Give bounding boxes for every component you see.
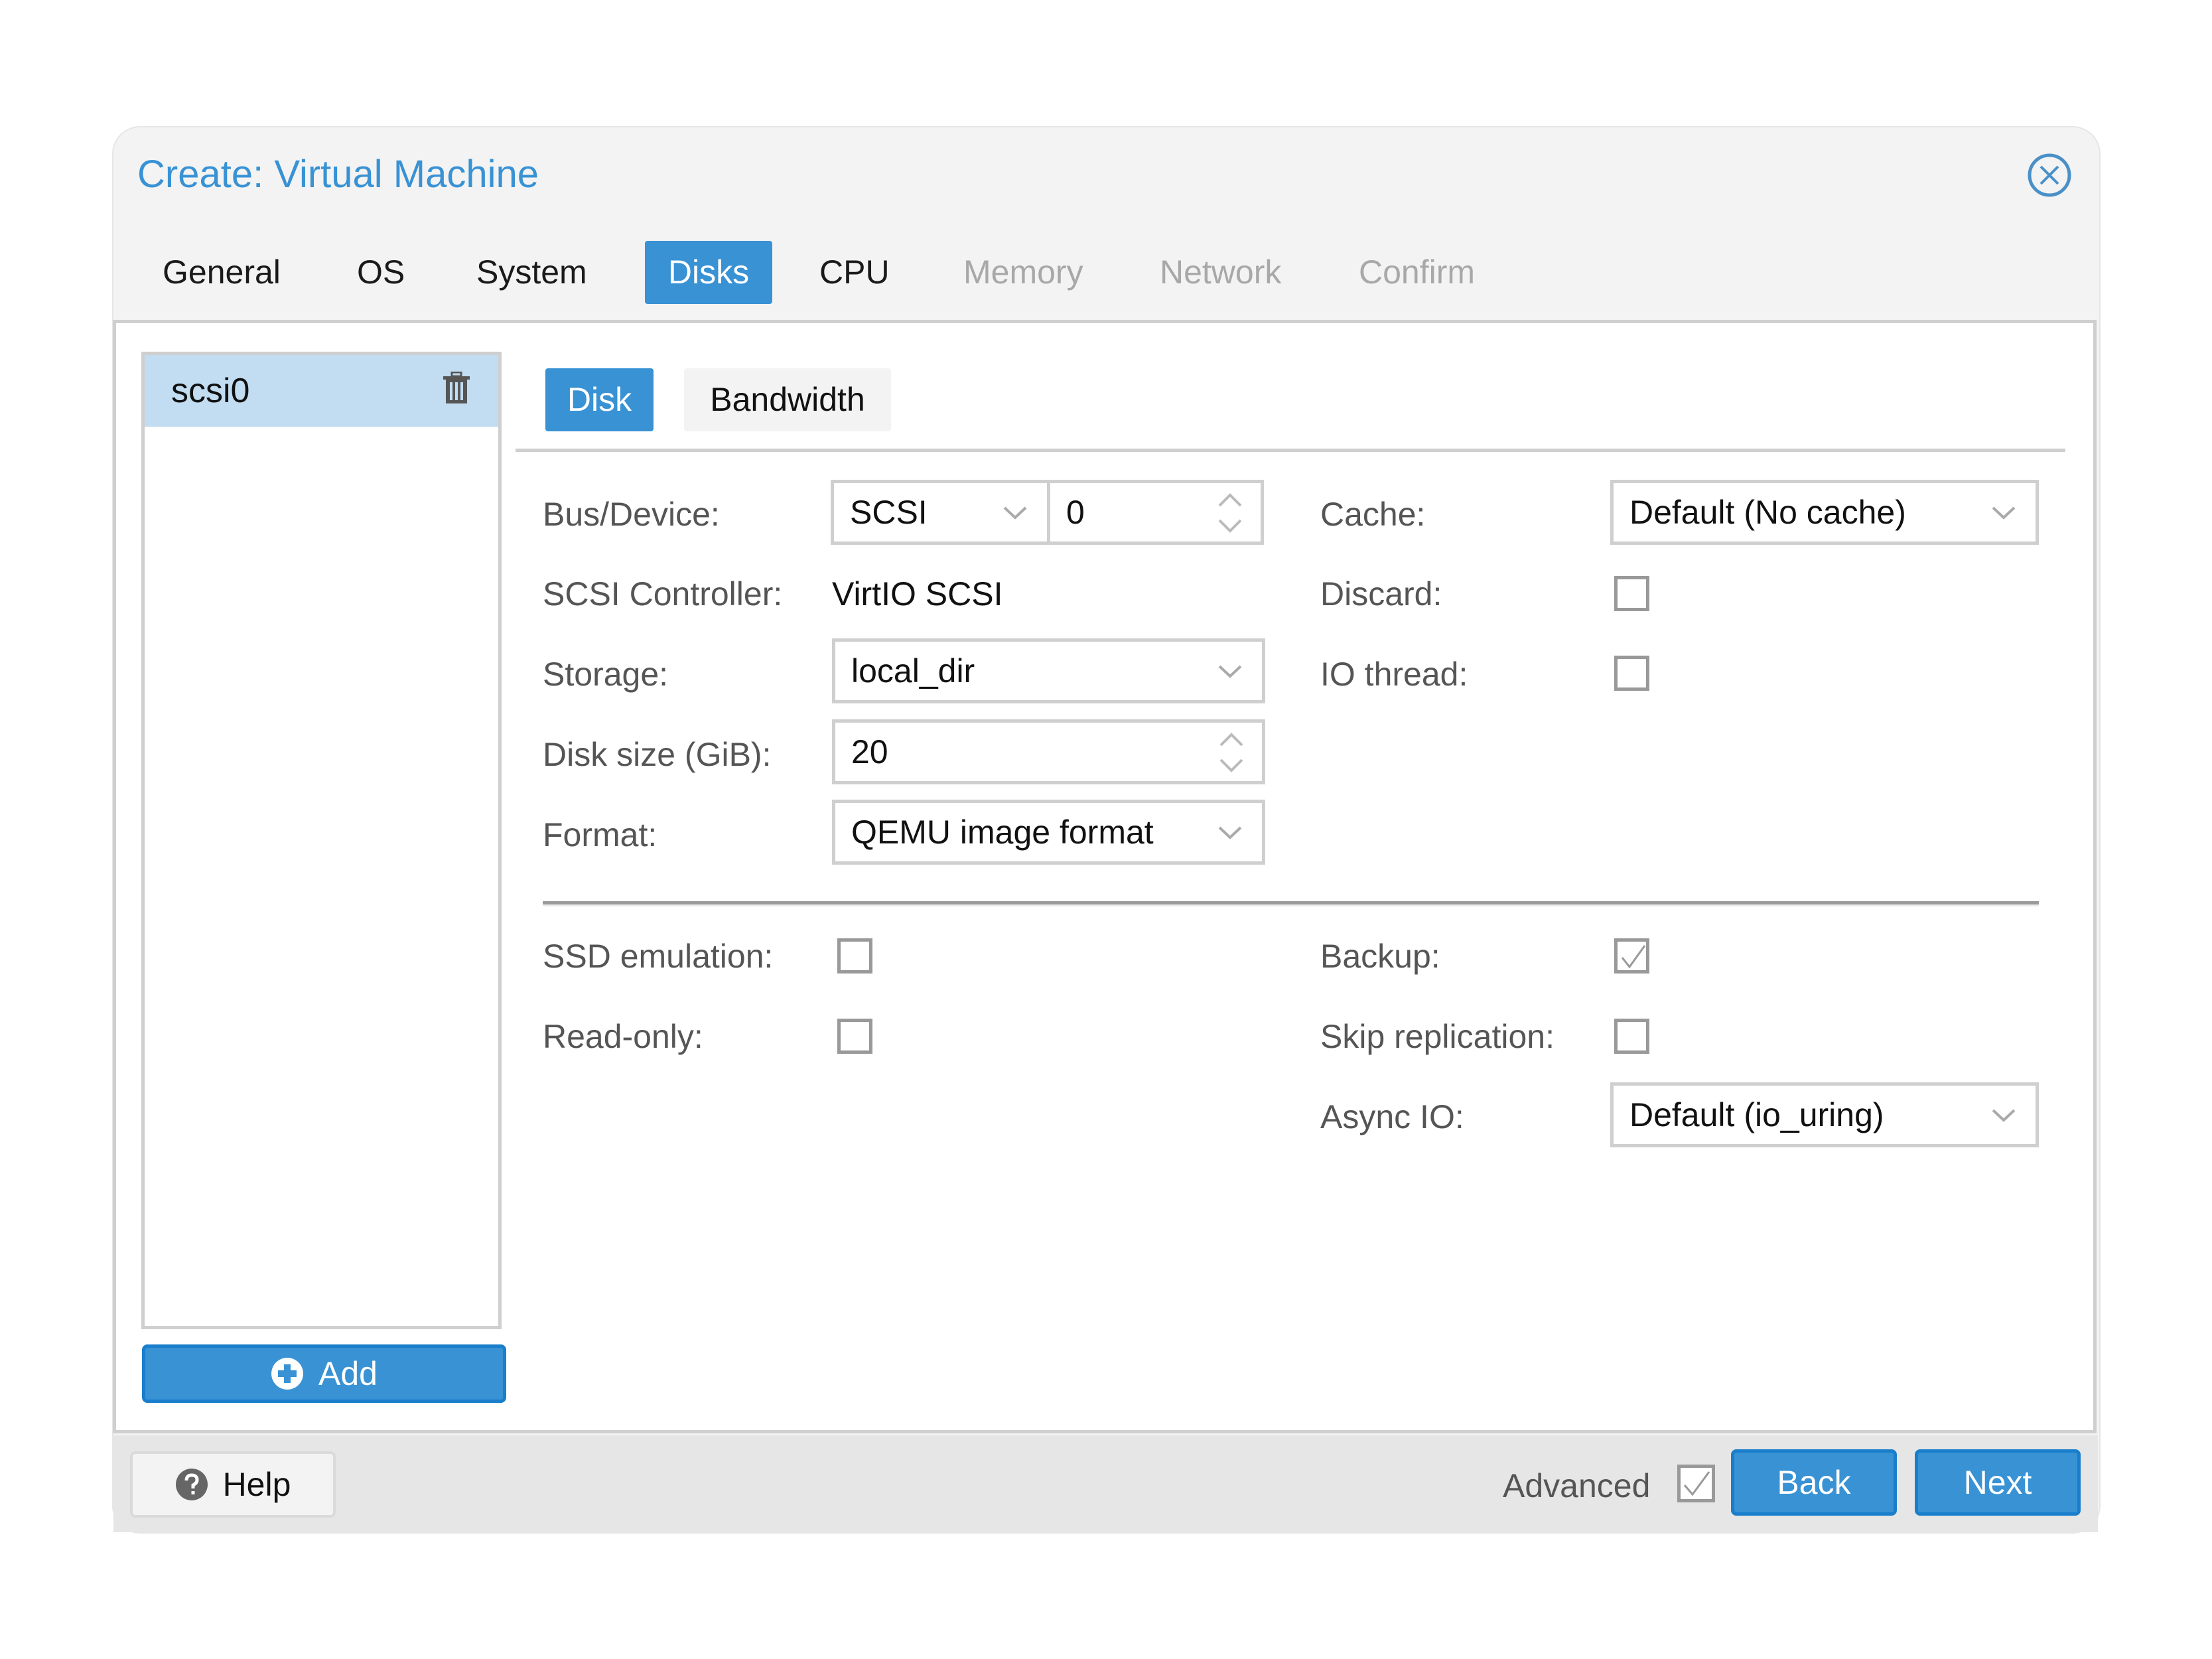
storage-label: Storage:: [543, 656, 669, 693]
async-io-label: Async IO:: [1320, 1098, 1464, 1135]
help-button-label: Help: [222, 1466, 291, 1503]
device-number-value: 0: [1066, 494, 1085, 531]
plus-circle-icon: [271, 1357, 304, 1390]
add-button-label: Add: [318, 1355, 378, 1392]
scsi-controller-value: VirtIO SCSI: [832, 575, 1003, 613]
add-disk-button[interactable]: Add: [142, 1344, 506, 1403]
disk-size-label: Disk size (GiB):: [543, 736, 772, 773]
format-select-value: QEMU image format: [851, 814, 1154, 851]
async-io-select[interactable]: Default (io_uring): [1610, 1082, 2039, 1147]
question-circle-icon: [175, 1468, 208, 1501]
tab-system[interactable]: System: [456, 241, 607, 304]
chevron-down-icon: [1992, 506, 2016, 520]
format-select[interactable]: QEMU image format: [832, 800, 1265, 865]
chevron-down-icon: [1218, 826, 1242, 839]
next-button[interactable]: Next: [1915, 1449, 2081, 1516]
disk-size-spinner[interactable]: 20: [832, 719, 1265, 784]
read-only-checkbox[interactable]: [837, 1019, 872, 1054]
advanced-separator-shadow: [543, 904, 2039, 906]
storage-select[interactable]: local_dir: [832, 638, 1265, 703]
help-button[interactable]: Help: [130, 1451, 336, 1518]
discard-checkbox[interactable]: [1614, 576, 1649, 611]
io-thread-checkbox[interactable]: [1614, 656, 1649, 691]
disk-size-value: 20: [851, 733, 888, 770]
bus-select[interactable]: SCSI: [831, 480, 1050, 545]
ssd-emulation-checkbox[interactable]: [837, 938, 872, 974]
subtab-bandwidth[interactable]: Bandwidth: [684, 368, 891, 431]
tab-general[interactable]: General: [143, 241, 301, 304]
backup-checkbox[interactable]: [1614, 938, 1649, 974]
scsi-controller-label: SCSI Controller:: [543, 575, 783, 613]
spinner-arrows-icon[interactable]: [1218, 731, 1245, 774]
bus-device-label: Bus/Device:: [543, 496, 720, 533]
skip-replication-label: Skip replication:: [1320, 1018, 1555, 1055]
discard-label: Discard:: [1320, 575, 1442, 613]
spinner-arrows-icon[interactable]: [1217, 491, 1243, 535]
read-only-label: Read-only:: [543, 1018, 703, 1055]
tab-memory: Memory: [963, 253, 1083, 291]
skip-replication-checkbox[interactable]: [1614, 1019, 1649, 1054]
chevron-down-icon: [1003, 506, 1027, 520]
tab-os[interactable]: OS: [337, 241, 425, 304]
ssd-emulation-label: SSD emulation:: [543, 938, 774, 975]
chevron-down-icon: [1992, 1109, 2016, 1122]
subtab-disk[interactable]: Disk: [545, 368, 654, 431]
backup-label: Backup:: [1320, 938, 1440, 975]
tab-cpu[interactable]: CPU: [799, 241, 910, 304]
bus-select-value: SCSI: [850, 494, 928, 531]
disk-list: [141, 352, 502, 1329]
cache-label: Cache:: [1320, 496, 1426, 533]
advanced-checkbox[interactable]: [1677, 1465, 1715, 1502]
async-io-select-value: Default (io_uring): [1629, 1096, 1884, 1133]
advanced-label: Advanced: [1503, 1467, 1651, 1504]
tab-disks[interactable]: Disks: [645, 241, 772, 304]
close-icon[interactable]: [2026, 152, 2073, 198]
storage-select-value: local_dir: [851, 652, 975, 689]
subtab-separator: [516, 449, 2065, 452]
io-thread-label: IO thread:: [1320, 656, 1468, 693]
chevron-down-icon: [1218, 665, 1242, 678]
checkmark-icon: [1683, 1471, 1710, 1496]
checkmark-icon: [1621, 945, 1646, 969]
disk-list-item-label: scsi0: [171, 372, 250, 410]
back-button[interactable]: Back: [1731, 1449, 1897, 1516]
cache-select-value: Default (No cache): [1629, 494, 1906, 531]
cache-select[interactable]: Default (No cache): [1610, 480, 2039, 545]
format-label: Format:: [543, 816, 657, 853]
dialog-title: Create: Virtual Machine: [137, 153, 539, 196]
tab-confirm: Confirm: [1359, 253, 1476, 291]
tab-network: Network: [1160, 253, 1282, 291]
trash-icon[interactable]: [442, 371, 471, 405]
device-number-spinner[interactable]: 0: [1047, 480, 1264, 545]
